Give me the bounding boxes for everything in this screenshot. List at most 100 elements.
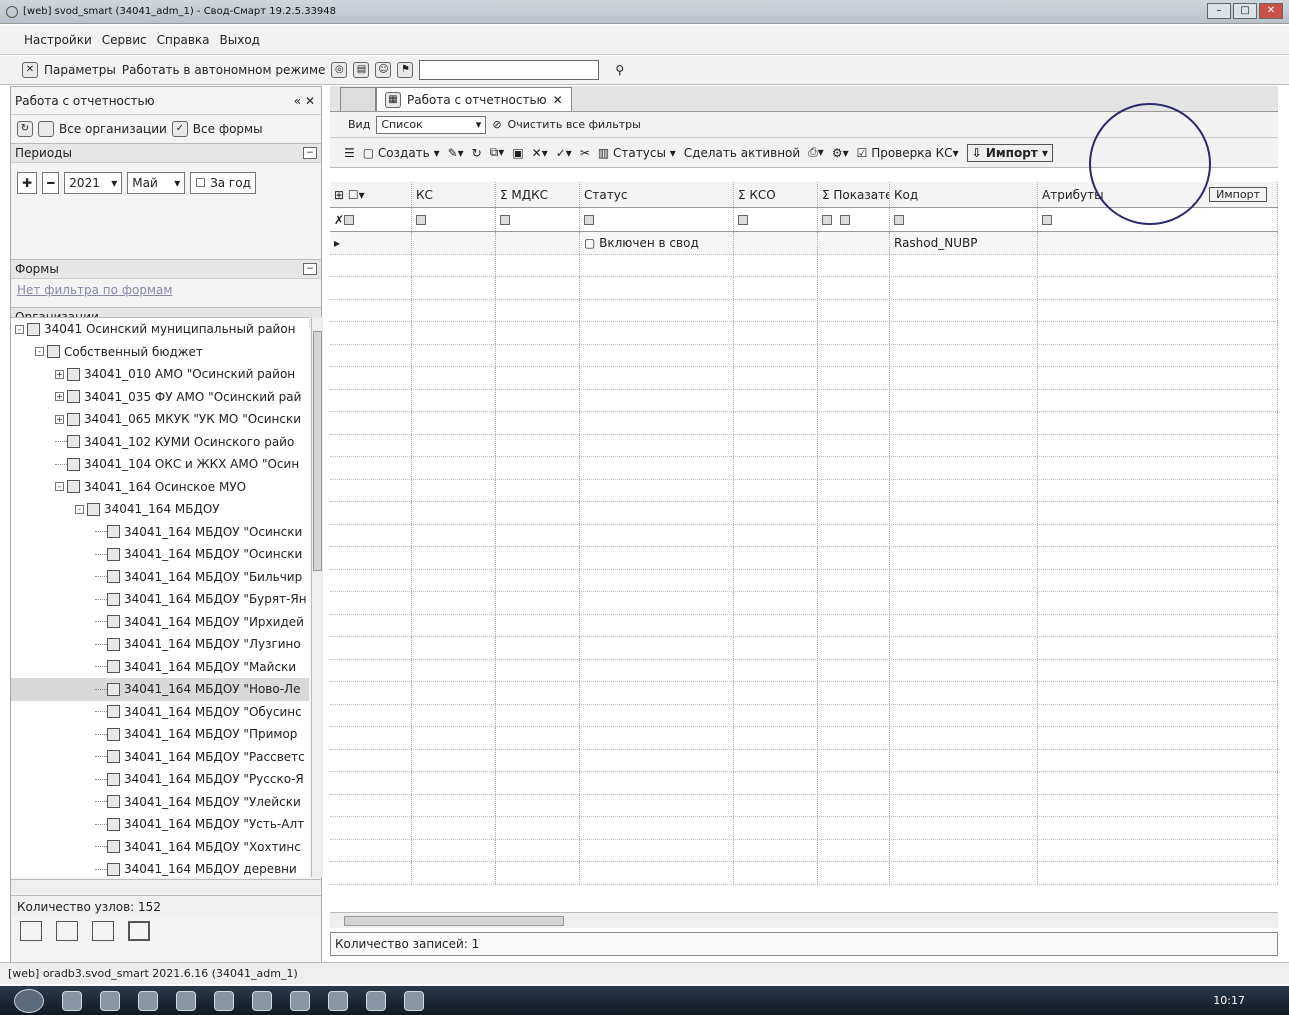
tab-reporting[interactable]: ▦ Работа с отчетностью ✕ — [376, 87, 572, 111]
filter-clear-cell[interactable]: ✗ — [330, 208, 412, 231]
tree-item[interactable]: 34041_164 МБДОУ "Хохтинс — [11, 836, 309, 859]
tree-item[interactable]: 34041_164 МБДОУ "Майски — [11, 656, 309, 679]
select-column[interactable]: ⊞ ☐▾ — [330, 182, 412, 207]
taskbar-app-5[interactable] — [214, 990, 234, 1011]
col-status[interactable]: Статус — [580, 182, 734, 207]
tree-item[interactable]: 34041_164 МБДОУ "Ново-Ле — [11, 678, 309, 701]
offline-button[interactable]: Работать в автономном режиме — [122, 63, 326, 77]
clear-filters-button[interactable]: Очистить все фильтры — [508, 118, 641, 131]
user-icon[interactable]: ☺ — [375, 62, 392, 78]
tree-item[interactable]: 34041_164 МБДОУ "Осински — [11, 521, 309, 544]
statuses-button[interactable]: ▥ Статусы ▾ — [598, 146, 676, 160]
tree-item[interactable]: +34041_010 АМО "Осинский район — [11, 363, 309, 386]
check-kc-button[interactable]: ☑ Проверка КС▾ — [857, 146, 959, 160]
copy-icon[interactable]: ⧉▾ — [490, 145, 505, 160]
forms-collapse[interactable]: − — [303, 263, 317, 275]
taskbar-app-7[interactable] — [290, 990, 310, 1011]
tree-item[interactable]: +34041_065 МКУК "УК МО "Осински — [11, 408, 309, 431]
tree-item[interactable]: 34041_164 МБДОУ "Улейски — [11, 791, 309, 814]
taskbar-app-9[interactable] — [366, 990, 386, 1011]
tree-icon[interactable] — [92, 921, 114, 941]
menu-exit[interactable]: Выход — [220, 33, 260, 47]
make-active-button[interactable]: Сделать активной — [684, 146, 800, 160]
tree-item[interactable]: 34041_164 МБДОУ "Примор — [11, 723, 309, 746]
tree-item[interactable]: - 34041_164 Осинское МУО — [11, 476, 309, 499]
table-row[interactable]: ▸ ▢ Включен в свод Rashod_NUBP — [330, 232, 1278, 255]
filter-mdkc[interactable] — [496, 208, 580, 231]
taskbar-app-4[interactable] — [176, 990, 196, 1011]
checkbox-all-forms[interactable]: ✓ — [171, 121, 188, 137]
check-icon[interactable]: ✓▾ — [556, 146, 572, 160]
prev-period-button[interactable]: ✚ — [17, 172, 38, 194]
binoculars-icon[interactable]: ⚲ — [615, 63, 624, 77]
filter-status[interactable] — [580, 208, 734, 231]
refresh-icon[interactable]: ↻ — [17, 121, 33, 137]
year-select[interactable]: 2021 ▾ — [64, 172, 123, 194]
settings-icon[interactable]: ⚙▾ — [832, 146, 849, 160]
maximize-button[interactable]: □ — [1233, 3, 1257, 19]
tree-item[interactable]: 34041_104 ОКС и ЖКХ АМО "Осин — [11, 453, 309, 476]
search-panel-icon[interactable] — [128, 921, 150, 941]
org-tree-scrollbar[interactable] — [311, 317, 323, 877]
tree-expander-icon[interactable]: - — [55, 482, 64, 492]
for-year-checkbox[interactable]: ☐ За год — [190, 172, 257, 194]
panel-close-controls[interactable]: « ✕ — [294, 94, 315, 108]
import-button[interactable]: ⇩ Импорт ▾ — [966, 143, 1053, 162]
list-icon[interactable] — [56, 921, 78, 941]
minimize-button[interactable]: – — [1207, 3, 1231, 19]
filter-kc[interactable] — [412, 208, 496, 231]
tree-item[interactable]: 34041_164 МБДОУ "Обусинс — [11, 701, 309, 724]
taskbar-app-6[interactable] — [252, 990, 272, 1011]
menu-settings[interactable]: Настройки — [24, 33, 92, 47]
col-indicators[interactable]: Σ Показате — [818, 182, 890, 207]
tree-item[interactable]: +34041_035 ФУ АМО "Осинский рай — [11, 386, 309, 409]
periods-collapse[interactable]: − — [303, 147, 317, 159]
tree-item[interactable]: 34041_164 МБДОУ "Лузгино — [11, 633, 309, 656]
refresh-icon[interactable]: ↻ — [472, 146, 482, 160]
taskbar-app-2[interactable] — [100, 990, 120, 1011]
col-kco[interactable]: Σ КСО — [734, 182, 818, 207]
taskbar-app-3[interactable] — [138, 990, 158, 1011]
tab-close-icon[interactable]: ✕ — [553, 93, 563, 107]
tree-item[interactable]: - Собственный бюджет — [11, 341, 309, 364]
view-select[interactable]: Список ▾ — [376, 115, 487, 134]
tree-item[interactable]: 34041_164 МБДОУ "Усть-Алт — [11, 813, 309, 836]
tree-item[interactable]: 34041_164 МБДОУ "Осински — [11, 543, 309, 566]
filter-indicators[interactable] — [818, 208, 890, 231]
taskbar-app-1[interactable] — [62, 990, 82, 1011]
edit-icon[interactable]: ✎▾ — [448, 146, 464, 160]
tree-item[interactable]: 34041_164 МБДОУ деревни — [11, 858, 309, 877]
tree-item[interactable]: 34041_102 КУМИ Осинского райо — [11, 431, 309, 454]
start-button[interactable] — [14, 988, 44, 1013]
db-icon[interactable]: ▤ — [353, 62, 370, 78]
tree-item[interactable]: 34041_164 МБДОУ "Бильчир — [11, 566, 309, 589]
params-button[interactable]: Параметры — [44, 63, 116, 77]
tree-item[interactable]: 34041_164 МБДОУ "Ирхидей — [11, 611, 309, 634]
tree-item[interactable]: 34041_164 МБДОУ "Рассветс — [11, 746, 309, 769]
globe-icon[interactable]: ◎ — [331, 62, 348, 78]
filter-code[interactable] — [890, 208, 1038, 231]
col-mdkc[interactable]: Σ МДКС — [496, 182, 580, 207]
tree-item[interactable]: 34041_164 МБДОУ "Русско-Я — [11, 768, 309, 791]
menu-icon[interactable]: ☰ — [344, 146, 355, 160]
delete-icon[interactable]: ✕▾ — [532, 146, 548, 160]
close-button[interactable]: ✕ — [1259, 3, 1283, 19]
tree-item[interactable]: - 34041 Осинский муниципальный район — [11, 318, 309, 341]
forms-filter-link[interactable]: Нет фильтра по формам — [11, 279, 321, 301]
minus-period-button[interactable]: ━ — [42, 172, 60, 194]
tree-item[interactable]: 34041_164 МБДОУ "Бурят-Ян — [11, 588, 309, 611]
filter-kco[interactable] — [734, 208, 818, 231]
tree-expander-icon[interactable]: - — [15, 324, 24, 334]
tools-icon[interactable]: ✂ — [580, 146, 590, 160]
flag-icon[interactable]: ⚑ — [397, 62, 414, 78]
grid-hscroll[interactable] — [330, 912, 1278, 928]
tree-expander-icon[interactable]: + — [55, 414, 64, 424]
col-kc[interactable]: КС — [412, 182, 496, 207]
checkbox-all-orgs[interactable] — [38, 121, 54, 137]
menu-service[interactable]: Сервис — [102, 33, 147, 47]
save-icon[interactable]: ▣ — [512, 146, 523, 160]
folder-icon[interactable] — [20, 921, 42, 941]
tree-item[interactable]: - 34041_164 МБДОУ — [11, 498, 309, 521]
print-menu-icon[interactable]: ⎙▾ — [808, 145, 824, 160]
tree-expander-icon[interactable]: - — [35, 347, 44, 357]
